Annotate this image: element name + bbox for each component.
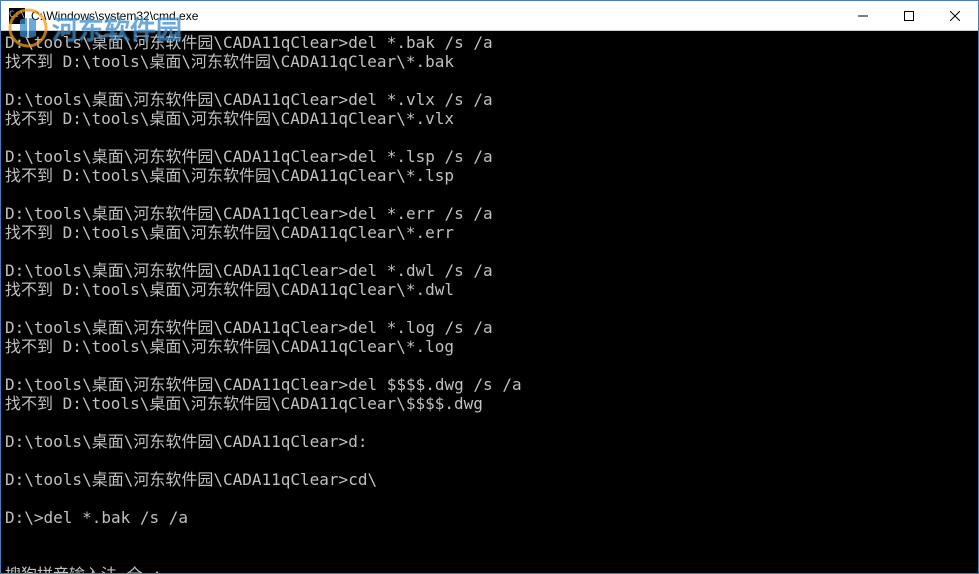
close-icon [950,11,960,21]
terminal-line: D:\tools\桌面\河东软件园\CADA11qClear>del $$$$.… [5,375,974,394]
terminal-line: D:\tools\桌面\河东软件园\CADA11qClear>del *.bak… [5,33,974,52]
terminal-line: D:\tools\桌面\河东软件园\CADA11qClear>del *.err… [5,204,974,223]
terminal-line: 找不到 D:\tools\桌面\河东软件园\CADA11qClear\*.vlx [5,109,974,128]
terminal-line [5,185,974,204]
terminal-line: 找不到 D:\tools\桌面\河东软件园\CADA11qClear\*.dwl [5,280,974,299]
cmd-window: C:\ C:\Windows\system32\cmd.exe D:\tools… [0,0,979,574]
title-bar[interactable]: C:\ C:\Windows\system32\cmd.exe [1,1,978,31]
terminal-line: D:\tools\桌面\河东软件园\CADA11qClear>cd\ [5,470,974,489]
terminal-line: 找不到 D:\tools\桌面\河东软件园\CADA11qClear\*.err [5,223,974,242]
terminal-line [5,546,974,565]
terminal-line: D:\tools\桌面\河东软件园\CADA11qClear>del *.lsp… [5,147,974,166]
terminal-line [5,242,974,261]
terminal-line: 找不到 D:\tools\桌面\河东软件园\CADA11qClear\*.log [5,337,974,356]
terminal-line [5,527,974,546]
minimize-icon [858,11,868,21]
window-controls [840,1,978,30]
terminal-line [5,356,974,375]
terminal-output[interactable]: D:\tools\桌面\河东软件园\CADA11qClear>del *.bak… [1,31,978,573]
maximize-button[interactable] [886,1,932,30]
window-title: C:\Windows\system32\cmd.exe [31,9,840,23]
terminal-line: 找不到 D:\tools\桌面\河东软件园\CADA11qClear\*.lsp [5,166,974,185]
terminal-line: D:\tools\桌面\河东软件园\CADA11qClear>d: [5,432,974,451]
terminal-line: D:\tools\桌面\河东软件园\CADA11qClear>del *.log… [5,318,974,337]
minimize-button[interactable] [840,1,886,30]
terminal-line: 找不到 D:\tools\桌面\河东软件园\CADA11qClear\$$$$.… [5,394,974,413]
terminal-line: D:\>del *.bak /s /a [5,508,974,527]
terminal-line [5,128,974,147]
terminal-line [5,71,974,90]
close-button[interactable] [932,1,978,30]
terminal-line: 搜狗拼音输入法 全 : [5,565,974,573]
terminal-line: D:\tools\桌面\河东软件园\CADA11qClear>del *.dwl… [5,261,974,280]
maximize-icon [904,11,914,21]
terminal-line [5,299,974,318]
terminal-line: 找不到 D:\tools\桌面\河东软件园\CADA11qClear\*.bak [5,52,974,71]
cmd-icon: C:\ [9,8,25,24]
terminal-line [5,489,974,508]
terminal-line [5,413,974,432]
terminal-line: D:\tools\桌面\河东软件园\CADA11qClear>del *.vlx… [5,90,974,109]
terminal-line [5,451,974,470]
